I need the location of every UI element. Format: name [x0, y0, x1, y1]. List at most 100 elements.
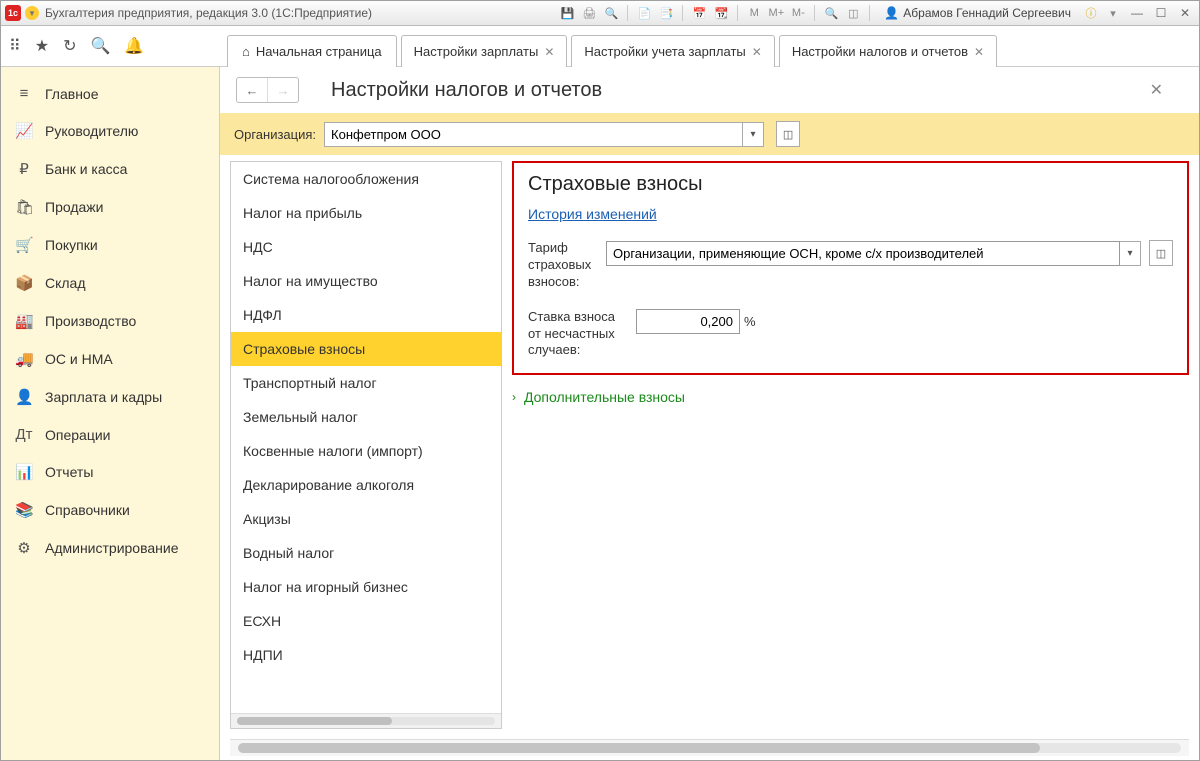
tab-label: Настройки зарплаты	[414, 44, 539, 59]
sidebar-item-label: Зарплата и кадры	[45, 389, 162, 405]
docs-icon[interactable]: 📑	[658, 5, 674, 21]
mem-mminus[interactable]: M-	[790, 5, 806, 21]
sidebar-item-1[interactable]: 📈Руководителю	[1, 112, 219, 150]
category-item[interactable]: Косвенные налоги (импорт)	[231, 434, 501, 468]
titlebar: 1c ▼ Бухгалтерия предприятия, редакция 3…	[1, 1, 1199, 26]
mem-m[interactable]: M	[746, 5, 762, 21]
category-item[interactable]: НДПИ	[231, 638, 501, 672]
rate-input[interactable]	[636, 309, 740, 334]
toolbar: ⠿ ★ ↻ 🔍 🔔 ⌂ Начальная страница Настройки…	[1, 26, 1199, 67]
history-icon[interactable]: ↻	[63, 36, 76, 56]
category-item[interactable]: Налог на игорный бизнес	[231, 570, 501, 604]
sidebar-item-6[interactable]: 🏭Производство	[1, 302, 219, 340]
category-item[interactable]: Система налогообложения	[231, 162, 501, 196]
search-icon[interactable]: 🔍	[90, 36, 110, 56]
save-icon[interactable]: 💾	[559, 5, 575, 21]
page-title: Настройки налогов и отчетов	[331, 79, 602, 102]
sidebar-item-label: Справочники	[45, 502, 130, 518]
category-item[interactable]: ЕСХН	[231, 604, 501, 638]
preview-icon[interactable]: 🔍	[603, 5, 619, 21]
window-close[interactable]: ✕	[1175, 5, 1195, 21]
tariff-input[interactable]	[606, 241, 1120, 266]
home-icon: ⌂	[242, 44, 250, 59]
category-item[interactable]: Акцизы	[231, 502, 501, 536]
sidebar-icon: 📚	[15, 501, 33, 519]
category-item[interactable]: Налог на прибыль	[231, 196, 501, 230]
category-item[interactable]: Налог на имущество	[231, 264, 501, 298]
nav-back-button[interactable]: ←	[237, 78, 267, 102]
category-item[interactable]: Транспортный налог	[231, 366, 501, 400]
sidebar-item-5[interactable]: 📦Склад	[1, 264, 219, 302]
nav-buttons: ← →	[236, 77, 299, 103]
windows-icon[interactable]: ◫	[845, 5, 861, 21]
sidebar-item-0[interactable]: ≡Главное	[1, 75, 219, 112]
tab-salary-accounting[interactable]: Настройки учета зарплаты ✕	[571, 35, 774, 67]
sidebar-icon: 📈	[15, 122, 33, 140]
page-close-button[interactable]: ✕	[1150, 80, 1163, 100]
user-indicator[interactable]: 👤 Абрамов Геннадий Сергеевич	[884, 6, 1071, 20]
category-item[interactable]: Земельный налог	[231, 400, 501, 434]
category-item[interactable]: Декларирование алкоголя	[231, 468, 501, 502]
sidebar-icon: Дт	[15, 426, 33, 443]
sidebar-item-label: Покупки	[45, 237, 98, 253]
app-menu-dropdown[interactable]: ▼	[25, 6, 39, 20]
sidebar-item-3[interactable]: 🛍 Продажи	[1, 188, 219, 226]
detail-pane: Страховые взносы История изменений Тариф…	[512, 161, 1189, 729]
sidebar-icon: 🏭	[15, 312, 33, 330]
tab-salary-settings[interactable]: Настройки зарплаты ✕	[401, 35, 568, 67]
close-icon[interactable]: ✕	[544, 45, 554, 59]
mem-mplus[interactable]: M+	[768, 5, 784, 21]
category-item[interactable]: НДС	[231, 230, 501, 264]
info-dropdown[interactable]: ▾	[1105, 5, 1121, 21]
tariff-label: Тариф страховых взносов:	[528, 240, 592, 291]
tab-tax-settings[interactable]: Настройки налогов и отчетов ✕	[779, 35, 997, 67]
date-icon[interactable]: 📆	[713, 5, 729, 21]
tab-home[interactable]: ⌂ Начальная страница	[227, 35, 397, 67]
org-open-button[interactable]: ◫	[776, 121, 800, 147]
organization-bar: Организация: ▾ ◫	[220, 113, 1199, 155]
doc-icon[interactable]: 📄	[636, 5, 652, 21]
calendar-icon[interactable]: 📅	[691, 5, 707, 21]
content: ← → Настройки налогов и отчетов ✕ Органи…	[220, 67, 1199, 760]
category-item[interactable]: Водный налог	[231, 536, 501, 570]
user-icon: 👤	[884, 6, 899, 20]
category-item[interactable]: НДФЛ	[231, 298, 501, 332]
rate-unit: %	[744, 314, 756, 329]
sidebar-icon: 🛍	[15, 198, 33, 216]
category-scrollbar[interactable]	[231, 713, 501, 728]
favorite-icon[interactable]: ★	[35, 36, 49, 56]
sidebar-item-7[interactable]: 🚚ОС и НМА	[1, 340, 219, 378]
window-maximize[interactable]: ☐	[1151, 5, 1171, 21]
window-minimize[interactable]: —	[1127, 5, 1147, 21]
sidebar-item-label: Продажи	[45, 199, 103, 215]
sidebar-item-label: Операции	[45, 427, 111, 443]
highlighted-section: Страховые взносы История изменений Тариф…	[512, 161, 1189, 375]
tariff-open-button[interactable]: ◫	[1149, 240, 1173, 266]
zoom-icon[interactable]: 🔍	[823, 5, 839, 21]
sidebar-icon: ⚙	[15, 539, 33, 557]
close-icon[interactable]: ✕	[752, 45, 762, 59]
apps-icon[interactable]: ⠿	[9, 36, 21, 56]
org-input[interactable]	[324, 122, 743, 147]
nav-forward-button[interactable]: →	[267, 78, 298, 102]
org-dropdown-button[interactable]: ▾	[743, 122, 764, 147]
sidebar-icon: ₽	[15, 160, 33, 178]
category-item[interactable]: Страховые взносы	[231, 332, 501, 366]
bell-icon[interactable]: 🔔	[124, 36, 144, 56]
sidebar-item-2[interactable]: ₽ Банк и касса	[1, 150, 219, 188]
sidebar-item-11[interactable]: 📚 Справочники	[1, 491, 219, 529]
history-link[interactable]: История изменений	[528, 206, 657, 222]
sidebar-item-4[interactable]: 🛒Покупки	[1, 226, 219, 264]
tab-label: Настройки учета зарплаты	[584, 44, 745, 59]
sidebar-item-10[interactable]: 📊Отчеты	[1, 453, 219, 491]
info-icon[interactable]: ⓘ	[1083, 5, 1099, 21]
content-scrollbar[interactable]	[230, 739, 1189, 756]
additional-contributions-toggle[interactable]: › Дополнительные взносы	[512, 389, 1189, 405]
sidebar-item-9[interactable]: Дт Операции	[1, 416, 219, 453]
sidebar-item-8[interactable]: 👤Зарплата и кадры	[1, 378, 219, 416]
sidebar-item-label: Банк и касса	[45, 161, 127, 177]
sidebar-item-12[interactable]: ⚙Администрирование	[1, 529, 219, 567]
tariff-dropdown-button[interactable]: ▾	[1120, 241, 1141, 266]
close-icon[interactable]: ✕	[974, 45, 984, 59]
print-icon[interactable]: 🖨	[581, 5, 597, 21]
